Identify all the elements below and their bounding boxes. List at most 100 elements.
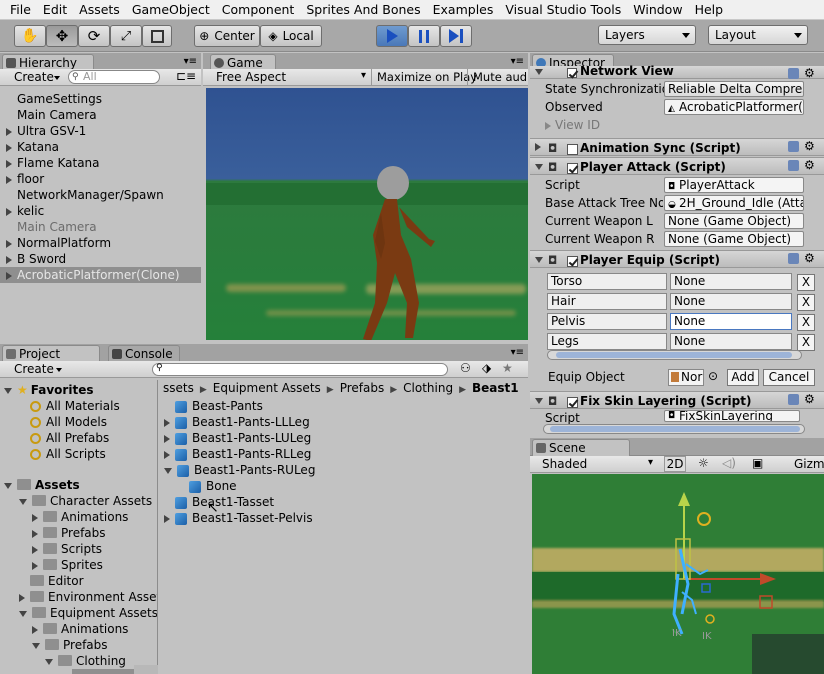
pause-button[interactable] (408, 25, 440, 47)
remove-slot-button[interactable]: X (797, 294, 815, 311)
property-field[interactable]: None (Game Object) (664, 213, 804, 229)
state-sync-dropdown[interactable]: Reliable Delta Compressed (664, 81, 804, 97)
hierarchy-search-input[interactable]: All (68, 70, 160, 84)
player-equip-header[interactable]: ◘ Player Equip (Script) (530, 250, 824, 268)
gear-icon[interactable]: ⚙ (804, 251, 815, 265)
expand-arrow-icon[interactable] (6, 207, 12, 216)
collapse-arrow-icon[interactable] (535, 398, 543, 404)
collapse-arrow-icon[interactable] (19, 610, 27, 617)
enabled-checkbox[interactable] (567, 256, 578, 267)
expand-arrow-icon[interactable] (32, 529, 38, 538)
asset-item[interactable]: Beast1-Tasset (164, 494, 274, 510)
favorite-item[interactable]: All Prefabs (30, 430, 109, 446)
collapse-arrow-icon[interactable] (4, 387, 12, 394)
hierarchy-item[interactable]: kelic (0, 203, 201, 219)
equip-slot-value[interactable]: None (670, 273, 792, 290)
lighting-icon[interactable]: ☼ (698, 456, 709, 470)
breadcrumb-item[interactable]: Beast1 (472, 381, 519, 395)
folder-item[interactable]: Clothing (45, 653, 126, 669)
collapse-arrow-icon[interactable] (32, 642, 40, 649)
favorite-star-icon[interactable]: ★ (502, 361, 513, 375)
observed-field[interactable]: ◭ AcrobaticPlatformer(( (664, 99, 804, 115)
help-icon[interactable] (788, 141, 799, 152)
tab-project[interactable]: Project (2, 345, 100, 362)
expand-arrow-icon[interactable] (6, 159, 12, 168)
tab-scene[interactable]: Scene (532, 439, 630, 456)
breadcrumb-item[interactable]: ssets (163, 381, 194, 395)
network-view-header[interactable]: Network View (530, 65, 824, 79)
game-viewport[interactable] (206, 88, 528, 340)
folder-item[interactable]: Sprites (32, 557, 103, 573)
pivot-center-button[interactable]: ⊕ Center (194, 25, 260, 47)
scene-viewport[interactable]: IK IK (532, 474, 824, 674)
favorite-item[interactable]: All Materials (30, 398, 120, 414)
menu-item-window[interactable]: Window (627, 0, 688, 20)
hierarchy-item[interactable]: Katana (0, 139, 201, 155)
enabled-checkbox[interactable] (567, 67, 577, 78)
add-button[interactable]: Add (727, 369, 759, 386)
collapse-arrow-icon[interactable] (535, 257, 543, 263)
collapse-arrow-icon[interactable] (164, 467, 172, 474)
expand-arrow-icon[interactable] (6, 239, 12, 248)
favorite-item[interactable]: All Models (30, 414, 107, 430)
panel-menu-icon[interactable]: ▾≡ (511, 56, 524, 67)
hierarchy-item[interactable]: B Sword (0, 251, 201, 267)
project-search-input[interactable] (152, 363, 448, 376)
expand-arrow-icon[interactable] (545, 121, 551, 130)
folder-item[interactable]: Equipment Assets (19, 605, 157, 621)
asset-item[interactable]: Beast1-Pants-LLLeg (164, 414, 310, 430)
mute-audio-toggle[interactable]: Mute audic (473, 70, 528, 84)
gizmos-dropdown[interactable]: Gizm (794, 457, 824, 471)
expand-arrow-icon[interactable] (6, 271, 12, 280)
folder-item[interactable]: Character Assets (19, 493, 152, 509)
hierarchy-item[interactable]: Main Camera (0, 219, 201, 235)
breadcrumb-item[interactable]: Equipment Assets (213, 381, 321, 395)
folder-item[interactable]: Environment Asset (19, 589, 157, 605)
fix-skin-header[interactable]: ◘ Fix Skin Layering (Script) (530, 391, 824, 409)
maximize-on-play-toggle[interactable]: Maximize on Play (377, 70, 477, 84)
expand-arrow-icon[interactable] (164, 418, 170, 427)
scale-tool-button[interactable]: ⤢ (110, 25, 142, 47)
hierarchy-item[interactable]: NetworkManager/Spawn (0, 187, 201, 203)
equip-slot-name[interactable]: Legs (547, 333, 667, 350)
expand-arrow-icon[interactable] (164, 514, 170, 523)
menu-item-gameobject[interactable]: GameObject (126, 0, 216, 20)
enabled-checkbox[interactable] (567, 144, 578, 155)
collapse-arrow-icon[interactable] (535, 164, 543, 170)
equip-slot-name[interactable]: Hair (547, 293, 667, 310)
enabled-checkbox[interactable] (567, 163, 578, 174)
property-field[interactable]: ◘ PlayerAttack (664, 177, 804, 193)
gear-icon[interactable]: ⚙ (804, 66, 815, 80)
remove-slot-button[interactable]: X (797, 314, 815, 331)
tab-console[interactable]: Console (108, 345, 180, 362)
play-button[interactable] (376, 25, 408, 47)
collapse-arrow-icon[interactable] (45, 658, 53, 665)
help-icon[interactable] (788, 253, 799, 264)
assets-header[interactable]: Assets (4, 477, 80, 493)
collapse-arrow-icon[interactable] (19, 498, 27, 505)
scrollbar-thumb[interactable] (556, 352, 792, 358)
layout-dropdown[interactable]: Layout (708, 25, 808, 45)
collapse-arrow-icon[interactable] (535, 69, 543, 75)
filter-by-label-icon[interactable]: ⬗ (482, 361, 491, 375)
hierarchy-item[interactable]: Flame Katana (0, 155, 201, 171)
panel-menu-icon[interactable]: ▾≡ (511, 347, 524, 358)
remove-slot-button[interactable]: X (797, 334, 815, 351)
favorite-item[interactable]: All Scripts (30, 446, 106, 462)
folder-item[interactable]: Scripts (32, 541, 102, 557)
menu-item-examples[interactable]: Examples (427, 0, 500, 20)
target-icon[interactable]: ⊙ (708, 369, 718, 383)
equip-slot-name[interactable]: Pelvis (547, 313, 667, 330)
menu-item-edit[interactable]: Edit (37, 0, 73, 20)
equip-slot-value[interactable]: None (670, 333, 792, 350)
step-button[interactable] (440, 25, 472, 47)
menu-item-sprites-and-bones[interactable]: Sprites And Bones (300, 0, 426, 20)
gear-icon[interactable]: ⚙ (804, 139, 815, 153)
expand-arrow-icon[interactable] (32, 513, 38, 522)
expand-arrow-icon[interactable] (6, 127, 12, 136)
asset-item[interactable]: Beast1-Pants-RULeg (164, 462, 315, 478)
menu-item-visual-studio-tools[interactable]: Visual Studio Tools (499, 0, 627, 20)
property-field[interactable]: None (Game Object) (664, 231, 804, 247)
menu-item-component[interactable]: Component (216, 0, 301, 20)
expand-arrow-icon[interactable] (164, 450, 170, 459)
